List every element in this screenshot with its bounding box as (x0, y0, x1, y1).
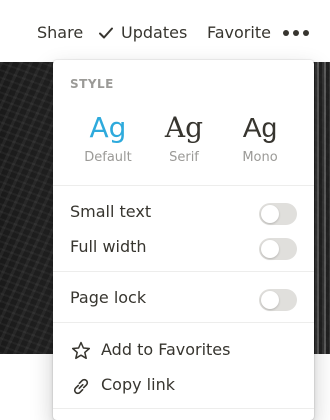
style-section-label: STYLE (70, 77, 114, 91)
full-width-toggle[interactable] (259, 238, 297, 260)
checkmark-icon (99, 27, 113, 38)
page-lock-row[interactable]: Page lock (53, 283, 314, 313)
style-option-serif[interactable]: Ag Serif (149, 110, 219, 165)
style-option-default[interactable]: Ag Default (73, 110, 143, 165)
divider (53, 185, 314, 186)
style-option-mono[interactable]: Ag Mono (225, 110, 295, 165)
page-options-menu: STYLE Ag Default Ag Serif Ag Mono Small … (53, 60, 314, 420)
style-caption-default: Default (84, 150, 132, 165)
add-to-favorites-label: Add to Favorites (101, 340, 231, 359)
link-icon (73, 378, 89, 395)
style-sample-serif: Ag (164, 111, 204, 144)
small-text-label: Small text (70, 202, 152, 221)
divider (53, 322, 314, 323)
small-text-toggle[interactable] (259, 203, 297, 225)
style-sample-mono: Ag (242, 112, 278, 143)
full-width-row[interactable]: Full width (53, 232, 314, 262)
share-button[interactable]: Share (37, 23, 83, 42)
add-to-favorites-item[interactable]: Add to Favorites (53, 335, 314, 365)
page-lock-toggle[interactable] (259, 289, 297, 311)
full-width-label: Full width (70, 237, 147, 256)
small-text-row[interactable]: Small text (53, 197, 314, 227)
copy-link-label: Copy link (101, 375, 175, 394)
updates-label: Updates (121, 23, 188, 42)
updates-button[interactable]: Updates (97, 23, 187, 42)
page-lock-label: Page lock (70, 288, 147, 307)
divider (53, 271, 314, 272)
ellipsis-icon[interactable] (283, 26, 313, 40)
divider (53, 408, 314, 409)
favorite-button[interactable]: Favorite (207, 23, 271, 42)
style-caption-serif: Serif (169, 150, 199, 165)
style-sample-default: Ag (89, 111, 127, 144)
copy-link-item[interactable]: Copy link (53, 370, 314, 400)
top-bar: Share Updates Favorite (0, 0, 330, 62)
star-icon (71, 341, 91, 360)
style-caption-mono: Mono (242, 150, 278, 165)
